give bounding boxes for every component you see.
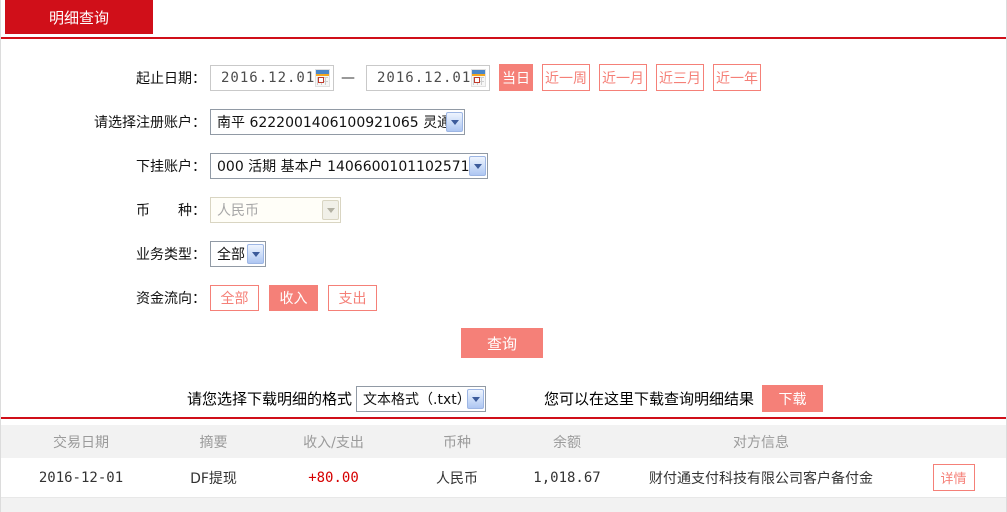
chevron-down-icon	[467, 388, 485, 409]
date-range-label: 起止日期：	[136, 70, 206, 87]
sub-account-row: 下挂账户： 000 活期 基本户 1406600101102571848	[1, 152, 1006, 179]
cell-summary: DF提现	[190, 470, 237, 487]
fund-flow-expense-button[interactable]: 支出	[328, 284, 377, 311]
tab-underline	[1, 37, 1006, 39]
register-account-row: 请选择注册账户： 南平 6222001406100921065 灵通卡	[1, 108, 1006, 135]
date-range-row: 起止日期： 2016.12.01 — 2016.12.01 当日 近一周 近一月…	[1, 64, 1006, 91]
cell-counterparty: 财付通支付科技有限公司客户备付金	[649, 470, 873, 487]
sub-account-label: 下挂账户：	[136, 158, 206, 175]
chevron-down-icon	[469, 155, 486, 176]
cell-amount: +80.00	[308, 469, 359, 486]
currency-label: 币 种：	[136, 202, 206, 219]
start-date-input[interactable]: 2016.12.01	[210, 64, 334, 91]
header-income-expense: 收入/支出	[303, 434, 364, 451]
detail-button[interactable]: 详情	[932, 464, 975, 491]
transactions-table: 交易日期 摘要 收入/支出 币种 余额 对方信息 2016-12-01 DF提现…	[1, 425, 1006, 512]
download-format-select[interactable]: 文本格式（.txt）	[356, 385, 487, 412]
table-header-row: 交易日期 摘要 收入/支出 币种 余额 对方信息	[1, 425, 1006, 458]
quick-range-week-button[interactable]: 近一周	[542, 64, 590, 91]
end-date-input[interactable]: 2016.12.01	[366, 64, 490, 91]
table-row: 2016-12-01 DF提现 +80.00 人民币 1,018.67 财付通支…	[1, 458, 1006, 498]
header-currency: 币种	[443, 434, 471, 451]
business-type-label: 业务类型：	[136, 246, 206, 263]
currency-row: 币 种： 人民币	[1, 196, 1006, 223]
chevron-down-icon	[322, 199, 339, 220]
end-date-value: 2016.12.01	[377, 69, 472, 86]
currency-select: 人民币	[210, 196, 341, 223]
cell-transaction-date: 2016-12-01	[38, 469, 124, 486]
download-format-label: 请您选择下载明细的格式	[187, 390, 353, 408]
calendar-header	[472, 69, 485, 76]
header-summary: 摘要	[199, 434, 228, 451]
quick-range-year-button[interactable]: 近一年	[713, 64, 761, 91]
business-type-value: 全部	[217, 246, 245, 263]
calendar-icon[interactable]	[471, 68, 486, 87]
business-type-row: 业务类型： 全部	[1, 240, 1006, 267]
currency-value: 人民币	[217, 202, 259, 219]
query-button[interactable]: 查询	[461, 328, 543, 358]
fund-flow-income-button[interactable]: 收入	[269, 284, 318, 311]
calendar-icon[interactable]	[315, 68, 330, 87]
header-counterparty: 对方信息	[733, 434, 789, 451]
table-footer-strip	[1, 498, 1006, 512]
fund-flow-all-button[interactable]: 全部	[210, 284, 259, 311]
fund-flow-label: 资金流向：	[136, 290, 206, 307]
register-account-label: 请选择注册账户：	[94, 114, 206, 131]
download-button[interactable]: 下载	[762, 385, 824, 412]
chevron-down-icon	[247, 243, 264, 264]
quick-range-month-button[interactable]: 近一月	[599, 64, 647, 91]
quick-range-quarter-button[interactable]: 近三月	[656, 64, 704, 91]
calendar-header	[316, 69, 329, 76]
download-row: 请您选择下载明细的格式 文本格式（.txt） 您可以在这里下载查询明细结果 下载	[1, 385, 1006, 412]
header-balance: 余额	[553, 434, 581, 451]
quick-range-today-button[interactable]: 当日	[499, 64, 533, 91]
register-account-select[interactable]: 南平 6222001406100921065 灵通卡	[210, 108, 465, 135]
tab-detail-query[interactable]: 明细查询	[5, 0, 153, 34]
business-type-select[interactable]: 全部	[210, 240, 266, 267]
cell-currency: 人民币	[436, 470, 478, 487]
download-format-value: 文本格式（.txt）	[363, 391, 468, 408]
download-hint-text: 您可以在这里下载查询明细结果	[544, 390, 755, 408]
calendar-today-mark	[474, 76, 480, 83]
start-date-value: 2016.12.01	[221, 69, 316, 86]
calendar-today-mark	[318, 76, 324, 83]
query-button-row: 查询	[1, 328, 1006, 358]
query-form: 起止日期： 2016.12.01 — 2016.12.01 当日 近一周 近一月…	[1, 64, 1006, 412]
date-separator: —	[341, 69, 355, 86]
sub-account-value: 000 活期 基本户 1406600101102571848	[217, 158, 469, 175]
detail-query-page: 明细查询 起止日期： 2016.12.01 — 2016.12.01 当日 近一…	[0, 0, 1007, 512]
header-transaction-date: 交易日期	[53, 434, 109, 451]
fund-flow-row: 资金流向： 全部 收入 支出	[1, 284, 1006, 311]
cell-actions: 详情	[901, 464, 1006, 491]
register-account-value: 南平 6222001406100921065 灵通卡	[217, 114, 446, 131]
chevron-down-icon	[446, 111, 463, 132]
cell-balance: 1,018.67	[533, 469, 601, 486]
sub-account-select[interactable]: 000 活期 基本户 1406600101102571848	[210, 152, 488, 179]
table-top-divider	[1, 417, 1006, 419]
